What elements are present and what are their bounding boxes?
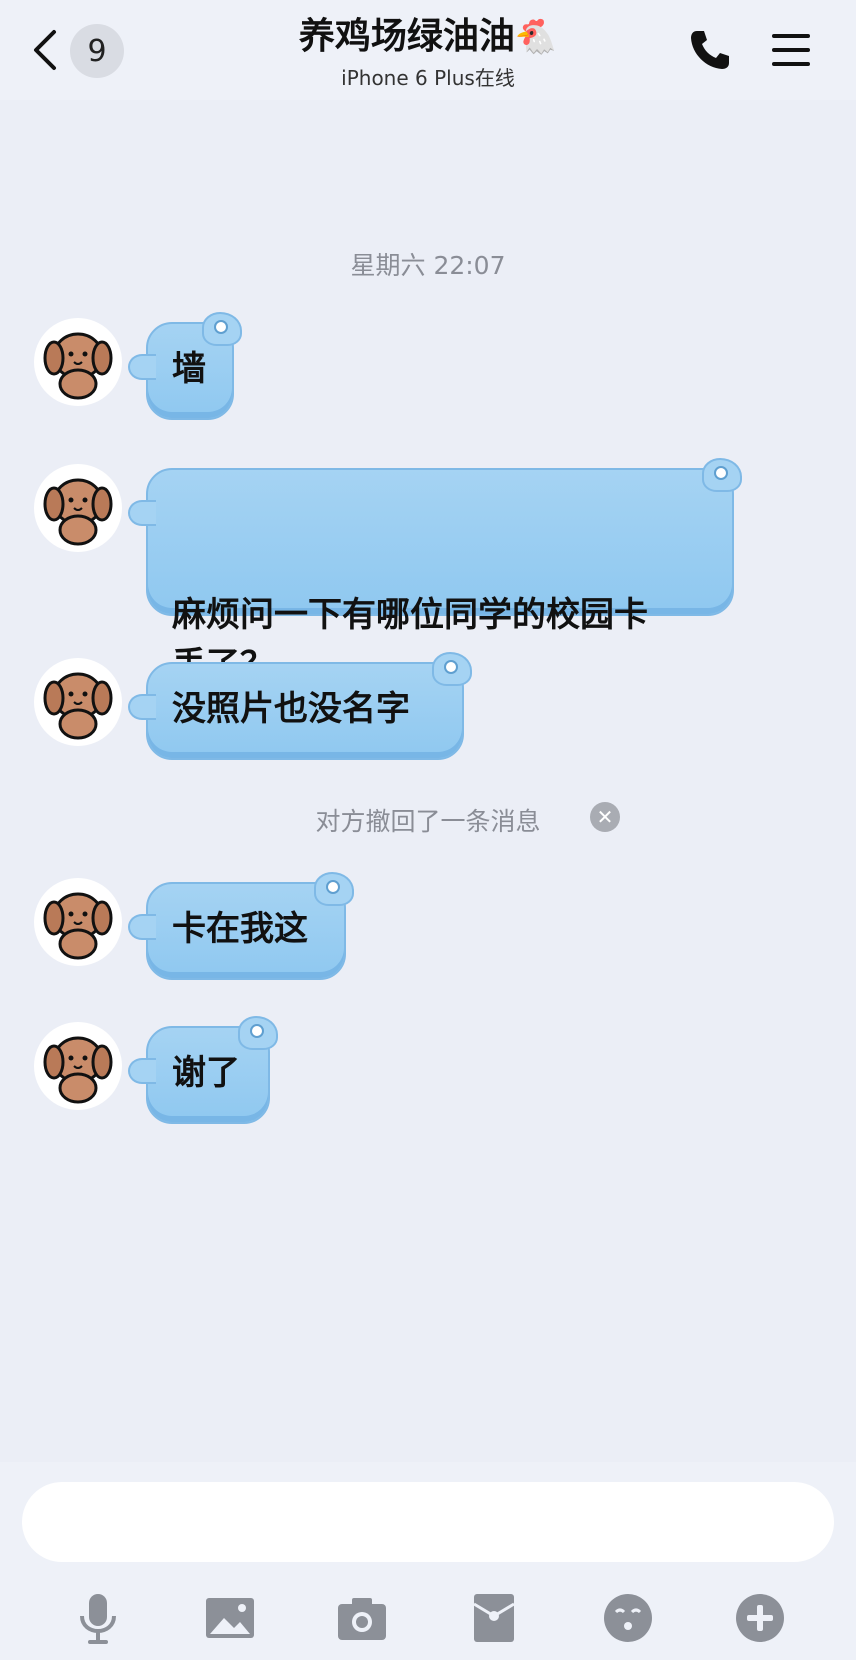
recall-notice: 对方撤回了一条消息 — [315, 807, 541, 836]
image-icon — [206, 1598, 254, 1638]
red-packet-button[interactable] — [466, 1590, 522, 1646]
bubble-decoration — [432, 652, 472, 686]
puppy-avatar-icon — [43, 478, 113, 546]
message-bubble[interactable]: 麻烦问一下有哪位同学的校园卡 丢了？ — [128, 458, 742, 685]
mic-icon — [80, 1594, 116, 1644]
back-button[interactable]: 9 — [30, 22, 130, 78]
message-text: 墙 — [172, 349, 206, 389]
message-bubble[interactable]: 没照片也没名字 — [128, 652, 472, 760]
message-input[interactable] — [22, 1482, 834, 1562]
emoji-icon — [604, 1594, 652, 1642]
avatar[interactable] — [34, 878, 122, 966]
avatar[interactable] — [34, 464, 122, 552]
message-text: 谢了 — [172, 1053, 240, 1093]
puppy-avatar-icon — [43, 672, 113, 740]
chat-title-area[interactable]: 养鸡场绿油油🐔 iPhone 6 Plus在线 — [200, 14, 656, 91]
image-button[interactable] — [202, 1590, 258, 1646]
unread-count-badge: 9 — [70, 24, 124, 78]
puppy-avatar-icon — [43, 892, 113, 960]
chevron-left-icon — [34, 30, 56, 70]
input-toolbar — [0, 1590, 856, 1650]
chicken-emoji: 🐔 — [514, 17, 558, 57]
avatar[interactable] — [34, 658, 122, 746]
menu-icon[interactable] — [770, 30, 812, 70]
bubble-decoration — [702, 458, 742, 492]
bubble-decoration — [238, 1016, 278, 1050]
message-text: 卡在我这 — [172, 909, 308, 949]
avatar[interactable] — [34, 318, 122, 406]
plus-icon — [736, 1594, 784, 1642]
bubble-decoration — [314, 872, 354, 906]
chat-header: 9 养鸡场绿油油🐔 iPhone 6 Plus在线 — [0, 0, 856, 100]
camera-icon — [338, 1598, 386, 1640]
bubble-decoration — [202, 312, 242, 346]
voice-button[interactable] — [70, 1590, 126, 1646]
phone-icon[interactable] — [688, 28, 732, 72]
close-icon[interactable]: ✕ — [590, 802, 620, 832]
message-text: 没照片也没名字 — [172, 689, 410, 729]
red-packet-icon — [473, 1594, 515, 1642]
puppy-avatar-icon — [43, 1036, 113, 1104]
chat-title: 养鸡场绿油油🐔 — [298, 16, 558, 57]
message-bubble[interactable]: 卡在我这 — [128, 872, 354, 980]
camera-button[interactable] — [334, 1590, 390, 1646]
message-bubble[interactable]: 墙 — [128, 312, 242, 420]
emoji-button[interactable] — [600, 1590, 656, 1646]
avatar[interactable] — [34, 1022, 122, 1110]
message-bubble[interactable]: 谢了 — [128, 1016, 278, 1124]
puppy-avatar-icon — [43, 332, 113, 400]
more-button[interactable] — [732, 1590, 788, 1646]
message-timestamp: 星期六 22:07 — [350, 251, 506, 280]
online-status: iPhone 6 Plus在线 — [341, 66, 515, 90]
input-area — [0, 1462, 856, 1660]
